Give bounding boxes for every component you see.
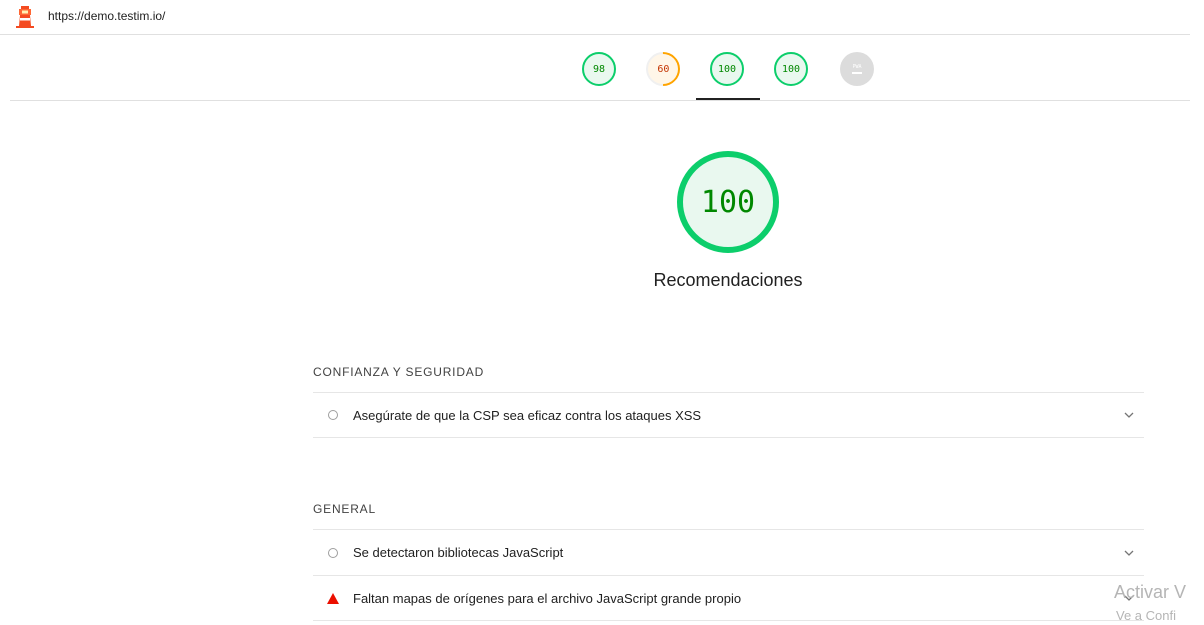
section-title-trust-safety: CONFIANZA Y SEGURIDAD: [313, 365, 485, 379]
gauge-score: 100: [781, 63, 801, 75]
gauge-score: 100: [717, 63, 737, 75]
url-text: https://demo.testim.io/: [48, 9, 166, 23]
chevron-down-icon[interactable]: [1114, 412, 1144, 418]
audit-row-source-maps[interactable]: Faltan mapas de orígenes para el archivo…: [313, 575, 1144, 621]
gauge-seo[interactable]: 100: [774, 52, 808, 86]
category-title: Recomendaciones: [653, 270, 803, 290]
gauge-score: 98: [592, 63, 606, 75]
section-title-general: GENERAL: [313, 502, 376, 516]
fail-triangle-icon: [327, 592, 339, 604]
url-bar: https://demo.testim.io/: [0, 0, 1190, 35]
windows-activation-subtext: Ve a Confi: [1116, 608, 1176, 623]
informative-circle-icon: [328, 547, 338, 558]
chevron-down-icon[interactable]: [1114, 550, 1144, 556]
gauge-best-practices[interactable]: 100: [710, 52, 744, 86]
audit-row-js-libraries[interactable]: Se detectaron bibliotecas JavaScript: [313, 529, 1144, 575]
gauge-performance[interactable]: 98: [582, 52, 616, 86]
main-score: 100: [700, 184, 756, 220]
informative-circle-icon: [328, 410, 338, 420]
audit-title: Se detectaron bibliotecas JavaScript: [353, 545, 564, 560]
category-gauges: 98 60 100 100 PWA: [10, 35, 1190, 101]
selected-tab-indicator: [696, 98, 760, 100]
lighthouse-logo-icon: [16, 6, 34, 28]
audit-row-csp-xss[interactable]: Asegúrate de que la CSP sea eficaz contr…: [313, 392, 1144, 438]
dash-icon: [852, 72, 862, 74]
gauge-score: 60: [656, 63, 670, 75]
gauge-accessibility[interactable]: 60: [638, 44, 688, 94]
windows-activation-watermark: Activar V: [1114, 582, 1187, 602]
audit-title: Faltan mapas de orígenes para el archivo…: [353, 590, 742, 606]
audit-title: Asegúrate de que la CSP sea eficaz contr…: [353, 407, 702, 423]
main-score-gauge: 100: [677, 151, 779, 253]
gauge-pwa[interactable]: PWA: [840, 52, 874, 86]
pwa-label: PWA: [852, 64, 862, 70]
